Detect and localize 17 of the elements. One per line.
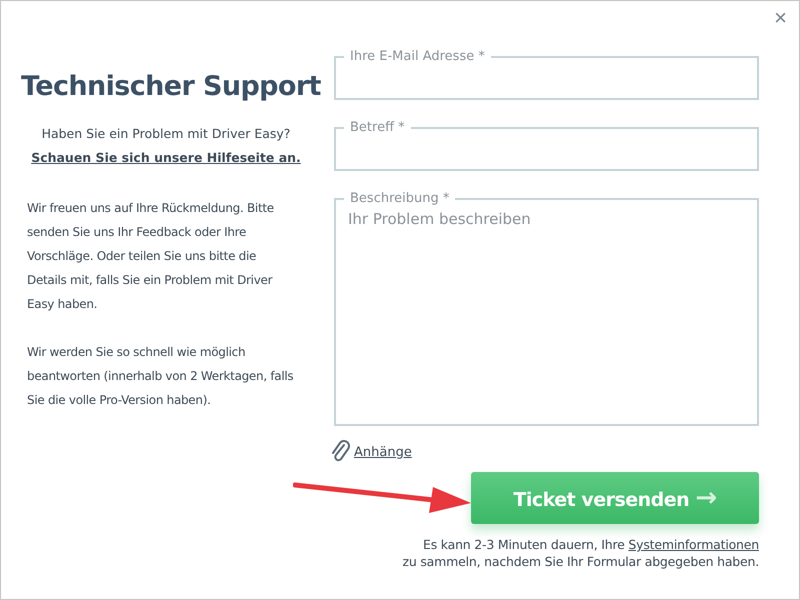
- help-link[interactable]: Schauen Sie sich unsere Hilfeseite an.: [31, 150, 301, 165]
- input-field[interactable]: Ihre E-Mail Adresse *: [334, 49, 759, 100]
- paperclip-icon: [330, 440, 352, 464]
- dialog-title: Technischer Support: [21, 71, 322, 102]
- input-field[interactable]: Betreff *: [334, 120, 759, 171]
- field-label: Ihre E-Mail Adresse *: [349, 49, 486, 64]
- paragraph: Wir werden Sie so schnell wie möglich beantworten (innerhalb von 2 Werktagen, falls Sie die volle Pro-Version haben).: [27, 344, 294, 409]
- attachments-link[interactable]: Anhänge: [354, 444, 412, 460]
- description-field[interactable]: Beschreibung * Ihr Problem beschreiben: [334, 191, 759, 426]
- paragraph: Wir freuen uns auf Ihre Rückmeldung. Bitte senden Sie uns Ihr Feedback oder Ihre Vorschläge. Oder teilen Sie uns bitte die Details mit, falls Sie ein Problem mit Driver Easy haben.: [27, 200, 275, 313]
- system-info-link[interactable]: Systeminformationen: [628, 537, 759, 552]
- submit-button[interactable]: Ticket versenden →: [471, 472, 759, 524]
- field-label: Beschreibung *: [349, 191, 450, 206]
- note-text: Es kann 2-3 Minuten dauern, Ihre Systeminformationen zu sammeln, nachdem Sie Ihr Formular abgegeben haben.: [402, 536, 759, 570]
- close-button[interactable]: ×: [770, 5, 791, 31]
- field-label: Betreff *: [349, 120, 406, 135]
- intro-text: Haben Sie ein Problem mit Driver Easy?: [40, 126, 292, 141]
